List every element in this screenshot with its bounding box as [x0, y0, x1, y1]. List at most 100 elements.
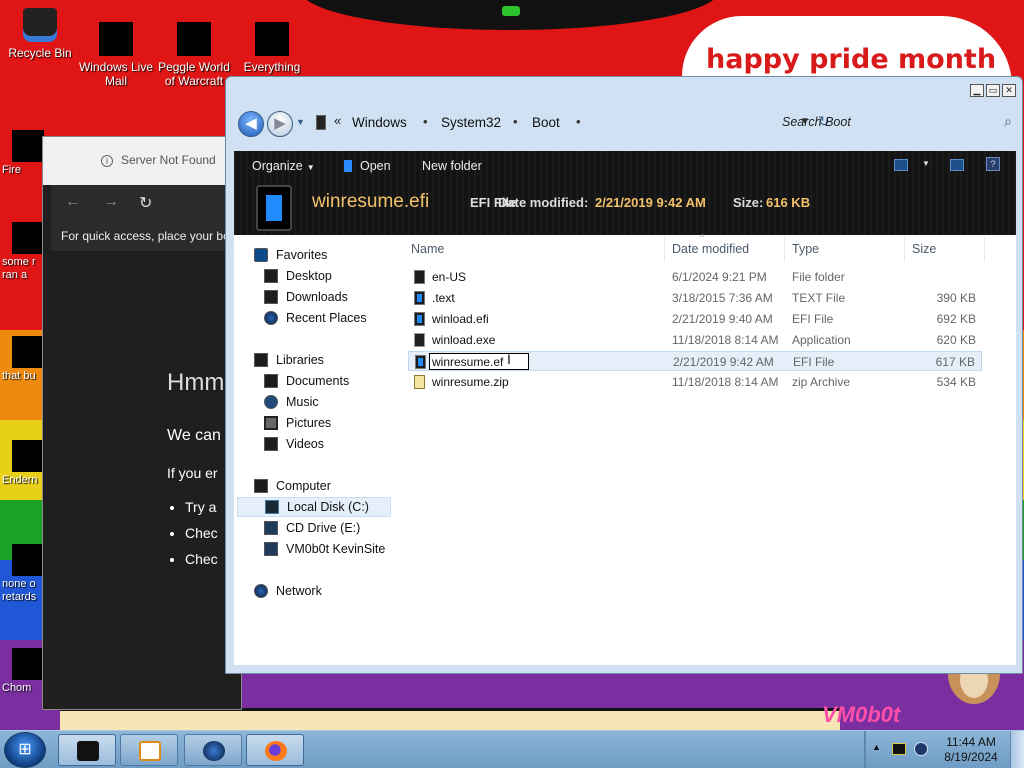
details-file-name: winresume.efi	[312, 191, 430, 212]
firefox-icon	[12, 130, 44, 162]
taskbar-app-globe[interactable]	[184, 734, 242, 766]
nav-local-disk[interactable]: Local Disk (C:)	[237, 497, 391, 517]
nav-computer[interactable]: Computer	[254, 476, 331, 496]
suggestion-item: Chec	[185, 525, 218, 541]
network-status-icon[interactable]	[914, 742, 928, 756]
nav-downloads[interactable]: Downloads	[264, 287, 348, 307]
app-icon	[12, 648, 44, 680]
show-desktop-button[interactable]	[1010, 731, 1024, 768]
reload-icon[interactable]: ↻	[139, 193, 152, 213]
start-button[interactable]: ⊞	[4, 732, 46, 768]
recent-pages-chevron-icon[interactable]: ▼	[296, 117, 305, 127]
nav-favorites[interactable]: Favorites	[254, 245, 327, 265]
nav-pictures[interactable]: Pictures	[264, 413, 331, 433]
nav-documents[interactable]: Documents	[264, 371, 349, 391]
file-row[interactable]: winload.exe 11/18/2018 8:14 AM Applicati…	[408, 330, 982, 350]
wallpaper-banner-text: happy pride month	[706, 44, 997, 75]
column-divider[interactable]	[784, 237, 785, 261]
column-divider[interactable]	[664, 237, 665, 261]
application-icon	[414, 333, 425, 347]
action-center-flag-icon[interactable]	[892, 743, 906, 755]
navigation-pane: Favorites Desktop Downloads Recent Place…	[234, 235, 404, 667]
firefox-icon	[265, 741, 287, 761]
back-arrow-icon[interactable]: ←	[65, 193, 81, 211]
open-button[interactable]: Open	[344, 159, 391, 173]
new-folder-button[interactable]: New folder	[422, 159, 482, 173]
address-bar[interactable]: « Windows • System32 • Boot • ▼ ↻	[310, 109, 830, 137]
column-header-size[interactable]: Size	[912, 242, 936, 256]
nav-desktop[interactable]: Desktop	[264, 266, 332, 286]
breadcrumb-boot[interactable]: Boot	[532, 115, 560, 130]
column-header-type[interactable]: Type	[792, 242, 819, 256]
app-icon	[12, 440, 44, 472]
organize-button[interactable]: Organize ▼	[252, 159, 315, 173]
browser-tab[interactable]: i Server Not Found	[101, 153, 216, 167]
app-icon	[12, 336, 44, 368]
column-divider[interactable]	[904, 237, 905, 261]
search-placeholder: Search Boot	[782, 115, 851, 129]
desktop-icon-chom[interactable]: Chom	[0, 648, 46, 695]
desktop-icon-windows-live-mail[interactable]: Windows Live Mail	[76, 22, 156, 88]
desktop-icon-recycle-bin[interactable]: Recycle Bin	[0, 8, 80, 60]
breadcrumb-system32[interactable]: System32	[441, 115, 501, 130]
file-row-selected[interactable]: winresume.ef I 2/21/2019 9:42 AM EFI File…	[408, 351, 982, 371]
maximize-button[interactable]: ▭	[986, 84, 1000, 97]
nav-videos[interactable]: Videos	[264, 434, 324, 454]
file-row[interactable]: winload.efi 2/21/2019 9:40 AM EFI File 6…	[408, 309, 982, 329]
overflow-chevron-icon[interactable]: «	[334, 113, 341, 128]
column-divider[interactable]	[984, 237, 985, 261]
error-suggestions: Try a Chec Chec	[185, 499, 218, 577]
close-button[interactable]: ✕	[1002, 84, 1016, 97]
minimize-button[interactable]: ▁	[970, 84, 984, 97]
breadcrumb-separator[interactable]: •	[423, 114, 428, 129]
breadcrumb-separator[interactable]: •	[576, 114, 581, 129]
nav-recent-places[interactable]: Recent Places	[264, 308, 367, 328]
view-dropdown-icon[interactable]: ▼	[922, 159, 930, 168]
preview-pane-icon[interactable]	[950, 159, 964, 171]
back-button[interactable]: ◀	[238, 111, 264, 137]
breadcrumb-separator[interactable]: •	[513, 114, 518, 129]
nav-music[interactable]: Music	[264, 392, 319, 412]
globe-icon	[203, 741, 225, 761]
nav-network-drive[interactable]: VM0b0t KevinSite	[264, 539, 385, 559]
breadcrumb-windows[interactable]: Windows	[352, 115, 407, 130]
desktop-icon-everything[interactable]: Everything	[232, 22, 312, 74]
text-cursor-icon: I	[507, 353, 511, 367]
file-row[interactable]: en-US 6/1/2024 9:21 PM File folder	[408, 267, 982, 287]
search-box[interactable]: Search Boot ⌕	[772, 109, 1018, 137]
explorer-window[interactable]: ▁ ▭ ✕ ◀ ▶ ▼ « Windows • System32 • Boot …	[225, 76, 1023, 674]
desktop-icon-peggle[interactable]: Peggle World of Warcraft	[154, 22, 234, 88]
game-icon	[177, 22, 211, 56]
desktop-icon-some[interactable]: some r ran a	[0, 222, 44, 282]
taskbar-app-explorer[interactable]	[58, 734, 116, 766]
rename-input[interactable]: winresume.ef I	[429, 353, 529, 370]
forward-arrow-icon[interactable]: →	[103, 193, 119, 211]
file-row[interactable]: winresume.zip 11/18/2018 8:14 AM zip Arc…	[408, 372, 982, 392]
forward-button[interactable]: ▶	[267, 111, 293, 137]
info-icon: i	[101, 155, 113, 167]
taskbar-app-firefox[interactable]	[246, 734, 304, 766]
desktop-icon-that[interactable]: that bu	[0, 336, 46, 383]
clock[interactable]: 11:44 AM 8/19/2024	[936, 735, 1006, 765]
system-tray: ▲	[868, 731, 928, 768]
documents-icon	[264, 374, 278, 388]
desktop-icon-label: Windows Live Mail	[78, 60, 154, 88]
column-header-name[interactable]: Name	[411, 242, 444, 256]
nav-cd-drive[interactable]: CD Drive (E:)	[264, 518, 360, 538]
desktop-icon-endern[interactable]: Endern	[0, 440, 46, 487]
taskbar-app-media-player[interactable]	[120, 734, 178, 766]
clock-date: 8/19/2024	[944, 750, 998, 764]
nav-network[interactable]: Network	[254, 581, 322, 601]
change-view-icon[interactable]	[894, 159, 908, 171]
app-icon	[12, 544, 44, 576]
magnifier-icon[interactable]: ⌕	[1004, 113, 1012, 130]
help-icon[interactable]: ?	[986, 157, 1000, 171]
file-row[interactable]: .text 3/18/2015 7:36 AM TEXT File 390 KB	[408, 288, 982, 308]
column-header-date[interactable]: Date modified	[672, 242, 749, 256]
desktop-icon-none[interactable]: none o retards	[0, 544, 44, 604]
show-hidden-icons-icon[interactable]: ▲	[872, 742, 881, 752]
downloads-icon	[264, 290, 278, 304]
browser-window[interactable]: i Server Not Found ← → ↻ For quick access…	[42, 136, 242, 710]
desktop-icon-fire[interactable]: Fire	[0, 130, 46, 177]
nav-libraries[interactable]: Libraries	[254, 350, 324, 370]
